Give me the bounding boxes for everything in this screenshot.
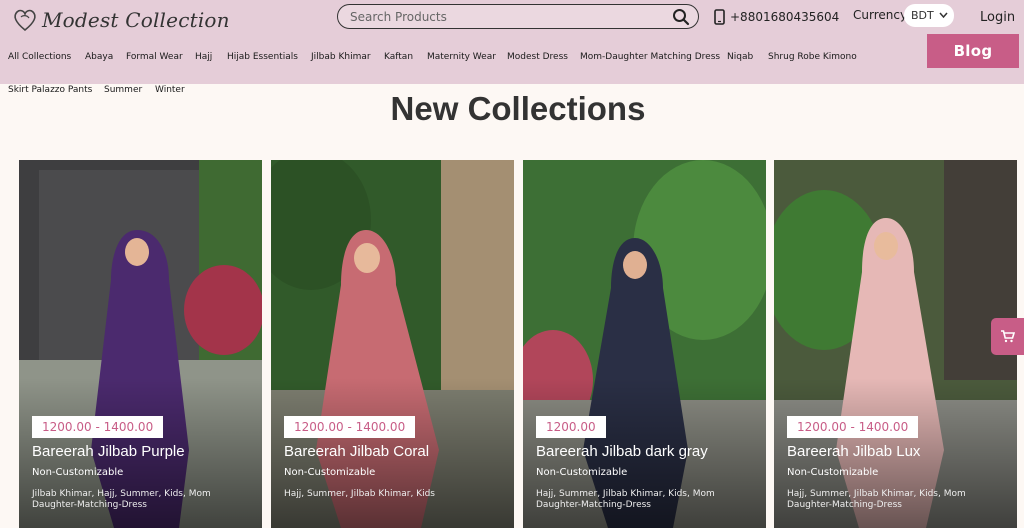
search-bar <box>337 4 699 29</box>
site-header: Modest Collection +8801680435604 Currenc… <box>0 0 1024 95</box>
product-tags: Jilbab Khimar, Hajj, Summer, Kids, Mom D… <box>32 489 211 510</box>
blog-button[interactable]: Blog <box>927 34 1019 68</box>
nav-item-maternity-wear[interactable]: Maternity Wear <box>427 52 496 62</box>
currency-value: BDT <box>911 9 934 22</box>
cart-icon <box>1000 330 1015 343</box>
nav-item-hajj[interactable]: Hajj <box>195 52 212 62</box>
customization-status: Non-Customizable <box>787 467 879 478</box>
logo-text: Modest Collection <box>42 8 230 32</box>
nav-item-hijab-essentials[interactable]: Hijab Essentials <box>227 52 298 62</box>
search-input[interactable] <box>350 9 672 24</box>
chevron-down-icon <box>939 12 948 19</box>
product-card[interactable]: 1200.00 - 1400.00 Bareerah Jilbab Lux No… <box>774 160 1017 528</box>
phone-icon <box>714 9 725 25</box>
price-tag: 1200.00 - 1400.00 <box>32 416 164 438</box>
brand-logo[interactable]: Modest Collection <box>10 4 230 36</box>
product-name[interactable]: Bareerah Jilbab dark gray <box>536 443 708 460</box>
price-tag: 1200.00 - 1400.00 <box>787 416 919 438</box>
nav-item-modest-dress[interactable]: Modest Dress <box>507 52 568 62</box>
nav-item-kaftan[interactable]: Kaftan <box>384 52 413 62</box>
search-icon[interactable] <box>672 8 690 26</box>
product-card[interactable]: 1200.00 - 1400.00 Bareerah Jilbab Purple… <box>19 160 262 528</box>
customization-status: Non-Customizable <box>32 467 124 478</box>
product-name[interactable]: Bareerah Jilbab Lux <box>787 443 920 460</box>
customization-status: Non-Customizable <box>284 467 376 478</box>
product-name[interactable]: Bareerah Jilbab Coral <box>284 443 429 460</box>
nav-item-jilbab-khimar[interactable]: Jilbab Khimar <box>311 52 371 62</box>
nav-item-all-collections[interactable]: All Collections <box>8 52 71 62</box>
logo-heart-icon <box>14 9 36 32</box>
nav-item-abaya[interactable]: Abaya <box>85 52 113 62</box>
product-tags: Hajj, Summer, Jilbab Khimar, Kids, Mom D… <box>536 489 715 510</box>
nav-item-shrug-robe-kimono[interactable]: Shrug Robe Kimono <box>768 52 857 62</box>
currency-label: Currency <box>853 8 908 22</box>
nav-item-niqab[interactable]: Niqab <box>727 52 753 62</box>
nav-item-mom-daughter-matching-dress[interactable]: Mom-Daughter Matching Dress <box>580 52 720 62</box>
product-card[interactable]: 1200.00 Bareerah Jilbab dark gray Non-Cu… <box>523 160 766 528</box>
floating-cart-button[interactable] <box>991 318 1024 355</box>
section-title: New Collections <box>390 90 646 127</box>
product-tags: Hajj, Summer, Jilbab Khimar, Kids, Mom D… <box>787 489 966 510</box>
currency-select[interactable]: BDT <box>904 4 954 27</box>
price-tag: 1200.00 - 1400.00 <box>284 416 416 438</box>
customization-status: Non-Customizable <box>536 467 628 478</box>
phone-contact[interactable]: +8801680435604 <box>714 9 839 25</box>
price-tag: 1200.00 <box>536 416 606 438</box>
nav-item-formal-wear[interactable]: Formal Wear <box>126 52 183 62</box>
product-card[interactable]: 1200.00 - 1400.00 Bareerah Jilbab Coral … <box>271 160 514 528</box>
product-name[interactable]: Bareerah Jilbab Purple <box>32 443 185 460</box>
product-tags: Hajj, Summer, Jilbab Khimar, Kids <box>284 489 435 499</box>
login-link[interactable]: Login <box>980 10 1015 25</box>
phone-number: +8801680435604 <box>730 10 840 24</box>
